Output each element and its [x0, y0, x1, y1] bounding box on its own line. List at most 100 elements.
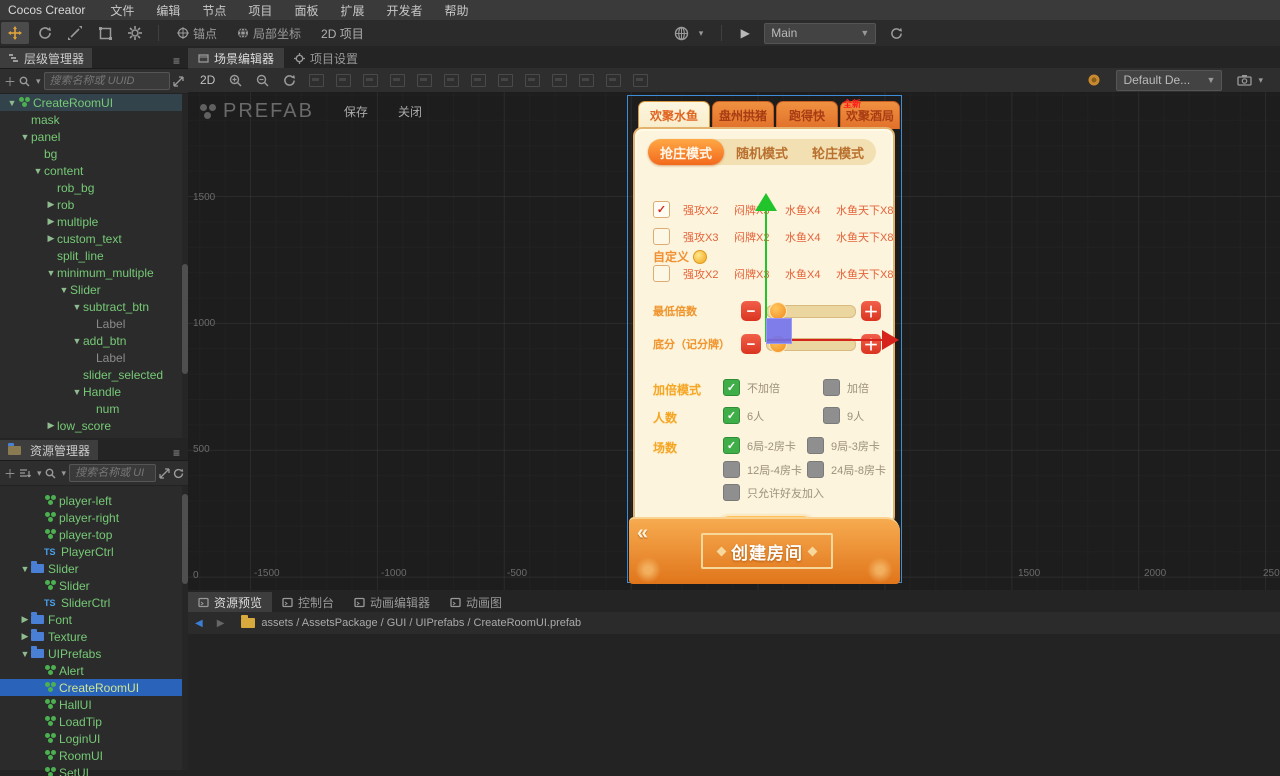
option-checkbox[interactable] [807, 461, 824, 478]
scale-tool-button[interactable] [61, 22, 89, 44]
forward-nav-icon[interactable]: ▶ [210, 618, 232, 629]
expand-arrow-icon[interactable]: ▼ [71, 336, 83, 346]
scene-tab-1[interactable]: 项目设置 [284, 48, 368, 68]
tree-item-PlayerCtrl[interactable]: TSPlayerCtrl [0, 543, 188, 560]
multiplier-checkbox-2[interactable] [653, 265, 670, 282]
play-button[interactable]: ▶ [731, 22, 759, 44]
tree-item-RoomUI[interactable]: RoomUI [0, 747, 188, 764]
collapsed-arrow-icon[interactable]: ▶ [45, 199, 57, 210]
tree-item-mask[interactable]: mask [0, 111, 188, 128]
expand-arrow-icon[interactable]: ▼ [32, 166, 44, 176]
game-tab-0[interactable]: 欢聚水鱼 [638, 101, 710, 129]
collapsed-arrow-icon[interactable]: ▶ [19, 631, 31, 642]
back-arrow-icon[interactable]: « [637, 522, 648, 545]
tree-item-SliderCtrl[interactable]: TSSliderCtrl [0, 594, 188, 611]
tree-item-LoadTip[interactable]: LoadTip [0, 713, 188, 730]
align-icon-9[interactable] [552, 74, 567, 87]
reload-scene-button[interactable] [882, 22, 910, 44]
prefab-close-button[interactable]: 关闭 [398, 103, 422, 120]
align-icon-2[interactable] [363, 74, 378, 87]
slider-track[interactable] [766, 305, 856, 318]
option-checkbox[interactable] [823, 379, 840, 396]
menu-item-5[interactable]: 扩展 [329, 2, 375, 19]
bottom-tab-1[interactable]: 控制台 [272, 592, 344, 612]
scene-tab-0[interactable]: 场景编辑器 [188, 48, 284, 68]
align-icon-12[interactable] [633, 74, 648, 87]
tree-item-rob_bg[interactable]: rob_bg [0, 179, 188, 196]
slider-track[interactable] [766, 338, 856, 351]
tree-item-Slider[interactable]: ▼Slider [0, 560, 188, 577]
expand-arrow-icon[interactable]: ▼ [58, 285, 70, 295]
prefab-save-button[interactable]: 保存 [344, 103, 368, 120]
scene-select[interactable]: Main ▼ [764, 23, 876, 44]
menu-item-0[interactable]: 文件 [99, 2, 145, 19]
tree-item-panel[interactable]: ▼panel [0, 128, 188, 145]
mode-tab-2[interactable]: 轮庄模式 [800, 139, 876, 165]
expand-arrow-icon[interactable]: ▼ [6, 98, 18, 108]
tree-item-SetUI[interactable]: SetUI [0, 764, 188, 776]
menu-item-4[interactable]: 面板 [283, 2, 329, 19]
scene-viewport[interactable]: PREFAB 保存 关闭 150010005000-1500-1000-5001… [188, 92, 1280, 590]
local-coords-toggle[interactable]: 局部坐标 [237, 25, 301, 42]
align-icon-4[interactable] [417, 74, 432, 87]
preview-browser-button[interactable]: ▾ [674, 26, 704, 41]
align-icon-11[interactable] [606, 74, 621, 87]
assets-refresh-button[interactable] [173, 468, 184, 479]
tree-item-CreateRoomUI[interactable]: CreateRoomUI [0, 679, 188, 696]
tree-item-Slider[interactable]: ▼Slider [0, 281, 188, 298]
menu-item-7[interactable]: 帮助 [433, 2, 479, 19]
bottom-tab-3[interactable]: 动画图 [440, 592, 512, 612]
tree-item-player-right[interactable]: player-right [0, 509, 188, 526]
game-tab-3[interactable]: 欢聚酒局全新 [840, 101, 900, 129]
option-checkbox[interactable] [807, 437, 824, 454]
tree-item-add_btn[interactable]: ▼add_btn [0, 332, 188, 349]
search-filter-button[interactable]: ▾ [19, 76, 41, 87]
multiplier-checkbox-0[interactable]: ✓ [653, 201, 670, 218]
tree-item-HallUI[interactable]: HallUI [0, 696, 188, 713]
assets-search-input[interactable] [69, 464, 156, 482]
tree-item-minimum_multiple[interactable]: ▼minimum_multiple [0, 264, 188, 281]
game-tab-1[interactable]: 盘州拱猪 [712, 101, 774, 129]
sort-assets-button[interactable]: ▾ [19, 468, 42, 479]
multiplier-checkbox-1[interactable] [653, 228, 670, 245]
option-checkbox[interactable] [823, 407, 840, 424]
align-icon-0[interactable] [309, 74, 324, 87]
gizmo-color-button[interactable] [1080, 73, 1108, 87]
option-checkbox[interactable]: ✓ [723, 407, 740, 424]
tree-item-UIPrefabs[interactable]: ▼UIPrefabs [0, 645, 188, 662]
rotate-tool-button[interactable] [31, 22, 59, 44]
collapse-all-button[interactable] [173, 76, 184, 87]
menu-item-3[interactable]: 项目 [237, 2, 283, 19]
camera-select[interactable]: Default De... ▼ [1116, 70, 1222, 91]
add-asset-button[interactable]: ＋ [4, 465, 16, 482]
rect-tool-button[interactable] [91, 22, 119, 44]
align-icon-10[interactable] [579, 74, 594, 87]
align-icon-1[interactable] [336, 74, 351, 87]
tree-item-low_score[interactable]: ▶low_score [0, 417, 188, 434]
anchor-toggle[interactable]: 锚点 [177, 25, 217, 42]
back-nav-icon[interactable]: ◀ [188, 618, 210, 629]
tree-item-subtract_btn[interactable]: ▼subtract_btn [0, 298, 188, 315]
tree-item-Handle[interactable]: ▼Handle [0, 383, 188, 400]
asset-search-filter-button[interactable]: ▾ [45, 468, 67, 479]
tree-item-bg[interactable]: bg [0, 145, 188, 162]
slider-plus-button[interactable]: ＋ [861, 334, 881, 354]
mode-tab-0[interactable]: 抢庄模式 [648, 139, 724, 165]
hierarchy-search-input[interactable] [44, 72, 170, 90]
menu-item-1[interactable]: 编辑 [145, 2, 191, 19]
expand-arrow-icon[interactable]: ▼ [45, 268, 57, 278]
reset-view-button[interactable] [276, 74, 303, 87]
menu-item-6[interactable]: 开发者 [375, 2, 433, 19]
tree-item-CreateRoomUI[interactable]: ▼CreateRoomUI [0, 94, 188, 111]
tree-item-split_line[interactable]: split_line [0, 247, 188, 264]
screenshot-button[interactable]: ▾ [1230, 74, 1270, 86]
collapsed-arrow-icon[interactable]: ▶ [19, 614, 31, 625]
collapsed-arrow-icon[interactable]: ▶ [45, 216, 57, 227]
tree-item-Alert[interactable]: Alert [0, 662, 188, 679]
align-icon-6[interactable] [471, 74, 486, 87]
collapsed-arrow-icon[interactable]: ▶ [45, 420, 57, 431]
align-icon-3[interactable] [390, 74, 405, 87]
collapsed-arrow-icon[interactable]: ▶ [45, 233, 57, 244]
tree-item-Font[interactable]: ▶Font [0, 611, 188, 628]
tree-item-num[interactable]: num [0, 400, 188, 417]
